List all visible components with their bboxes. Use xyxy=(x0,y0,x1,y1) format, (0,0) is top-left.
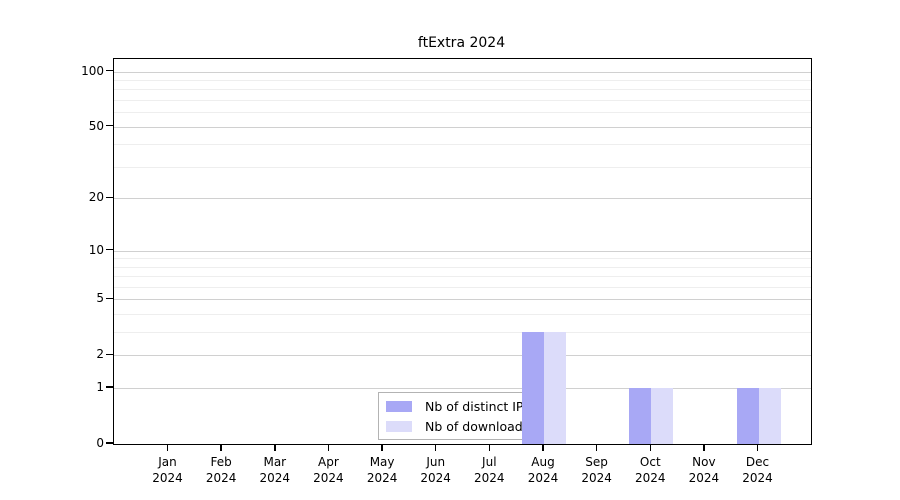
bars-layer xyxy=(114,59,811,444)
bar-oct-2024-distinct-ips xyxy=(629,388,651,444)
y-tick-label-100: 100 xyxy=(44,65,104,77)
x-tick-mark-oct xyxy=(650,445,652,451)
y-tick-mark-100 xyxy=(106,70,113,72)
y-tick-label-20: 20 xyxy=(44,191,104,203)
x-tick-mark-may xyxy=(381,445,383,451)
y-tick-mark-0 xyxy=(106,442,113,444)
plot-area: Nb of distinct IPs Nb of downloads xyxy=(113,58,812,445)
x-tick-label-dec: Dec2024 xyxy=(723,454,793,486)
bar-dec-2024-downloads xyxy=(759,388,781,444)
x-tick-mark-jun xyxy=(435,445,437,451)
x-tick-mark-nov xyxy=(703,445,705,451)
y-tick-label-50: 50 xyxy=(44,120,104,132)
chart: ftExtra 2024 Nb of distinct IPs Nb of do… xyxy=(0,0,900,500)
y-tick-mark-10 xyxy=(106,249,113,251)
x-tick-mark-jan xyxy=(167,445,169,451)
y-tick-label-0: 0 xyxy=(44,437,104,449)
chart-title: ftExtra 2024 xyxy=(113,35,810,51)
y-tick-mark-50 xyxy=(106,125,113,127)
x-tick-mark-dec xyxy=(757,445,759,451)
y-tick-label-2: 2 xyxy=(44,348,104,360)
y-tick-label-5: 5 xyxy=(44,292,104,304)
y-tick-mark-20 xyxy=(106,197,113,199)
y-tick-label-10: 10 xyxy=(44,244,104,256)
x-tick-mark-aug xyxy=(542,445,544,451)
y-tick-label-1: 1 xyxy=(44,381,104,393)
x-tick-mark-sep xyxy=(596,445,598,451)
bar-oct-2024-downloads xyxy=(651,388,673,444)
bar-aug-2024-distinct-ips xyxy=(522,332,544,444)
bar-aug-2024-downloads xyxy=(544,332,566,444)
y-tick-mark-2 xyxy=(106,354,113,356)
x-tick-mark-feb xyxy=(220,445,222,451)
x-tick-mark-apr xyxy=(328,445,330,451)
bar-dec-2024-distinct-ips xyxy=(737,388,759,444)
y-tick-mark-1 xyxy=(106,386,113,388)
x-tick-mark-jul xyxy=(489,445,491,451)
y-tick-mark-5 xyxy=(106,298,113,300)
x-tick-mark-mar xyxy=(274,445,276,451)
